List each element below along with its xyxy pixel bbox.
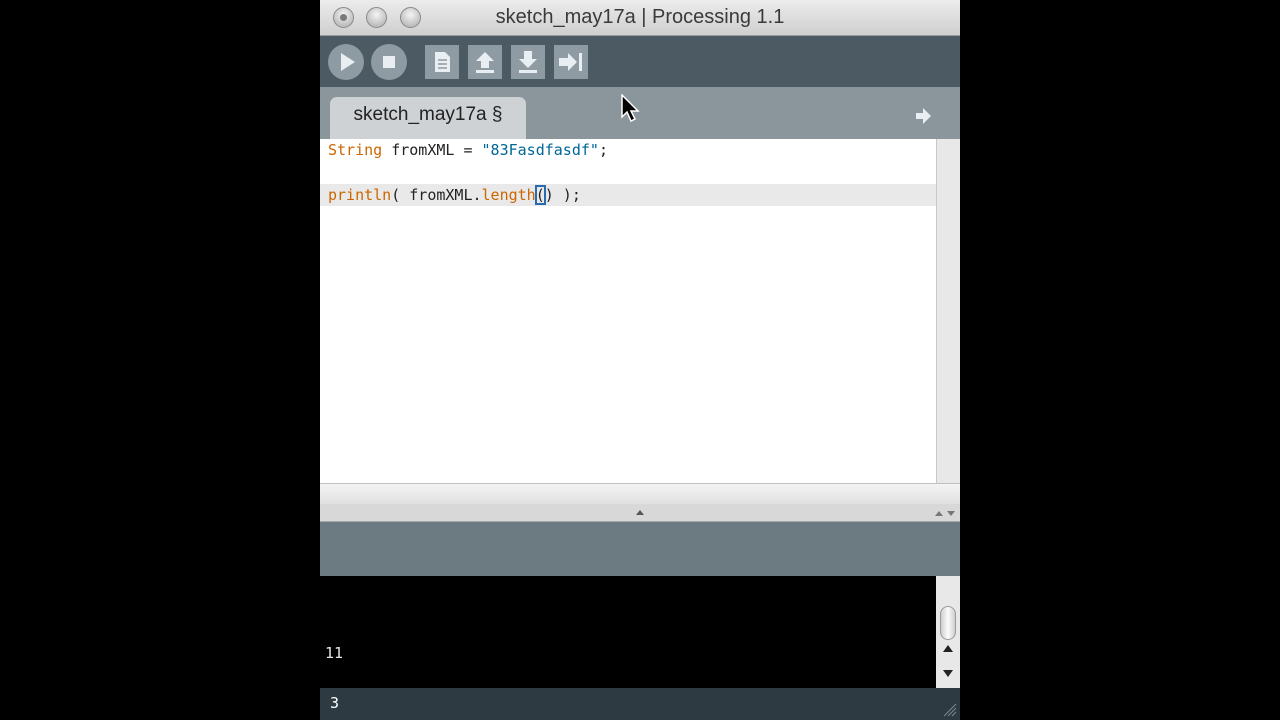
line-number: 3 xyxy=(330,694,340,712)
save-arrow-down-icon xyxy=(519,51,537,73)
method-length: length xyxy=(481,186,536,204)
tab-sketch[interactable]: sketch_may17a § xyxy=(330,97,526,139)
bracket-match: ( xyxy=(534,185,546,205)
new-button[interactable] xyxy=(425,45,459,79)
resize-arrows-icon[interactable] xyxy=(934,508,958,518)
console-divider[interactable] xyxy=(320,504,960,522)
function-println: println xyxy=(328,186,392,204)
tab-strip: sketch_may17a § xyxy=(320,87,960,139)
console-area[interactable]: 11 xyxy=(320,576,936,688)
arrow-right-icon[interactable] xyxy=(910,103,936,129)
new-file-icon xyxy=(435,52,450,72)
resize-grip-icon[interactable] xyxy=(940,700,958,718)
caret-up-icon[interactable] xyxy=(634,507,646,517)
open-button[interactable] xyxy=(468,45,502,79)
scrollbar-thumb[interactable] xyxy=(940,606,956,640)
keyword-string: String xyxy=(328,141,383,159)
run-button[interactable] xyxy=(328,44,364,80)
status-bar: 3 xyxy=(320,688,960,720)
console-scrollbar[interactable] xyxy=(936,576,960,688)
save-button[interactable] xyxy=(511,45,545,79)
toolbar xyxy=(320,36,960,87)
scroll-up-icon[interactable] xyxy=(941,642,955,654)
code-text: ( fromXML. xyxy=(391,186,482,204)
code-text: ); xyxy=(553,186,581,204)
title-bar[interactable]: sketch_may17a | Processing 1.1 xyxy=(320,0,960,36)
code-line-2[interactable]: println( fromXML.length() ); xyxy=(328,184,581,206)
stop-button[interactable] xyxy=(371,44,407,80)
code-text: fromXML = xyxy=(382,141,482,159)
string-literal: "83Fasdfasdf" xyxy=(481,141,599,159)
scroll-down-icon[interactable] xyxy=(941,668,955,680)
code-editor[interactable]: String fromXML = "83Fasdfasdf"; println(… xyxy=(320,139,936,483)
message-area xyxy=(320,522,960,576)
console-output: 11 xyxy=(325,644,344,662)
code-line-1[interactable]: String fromXML = "83Fasdfasdf"; xyxy=(328,139,608,161)
open-arrow-up-icon xyxy=(476,52,494,73)
stop-icon xyxy=(383,56,395,68)
code-text: ) xyxy=(544,186,554,204)
window-title: sketch_may17a | Processing 1.1 xyxy=(495,6,785,28)
export-button[interactable] xyxy=(554,45,588,79)
processing-window: sketch_may17a | Processing 1.1 sketch_ma… xyxy=(320,0,960,720)
code-text: ; xyxy=(598,141,608,159)
mouse-cursor-icon xyxy=(621,94,640,123)
editor-scrollbar[interactable] xyxy=(936,139,960,483)
export-arrow-icon xyxy=(559,53,582,71)
play-icon xyxy=(341,53,355,71)
editor-horizontal-scrollbar[interactable] xyxy=(320,483,960,504)
